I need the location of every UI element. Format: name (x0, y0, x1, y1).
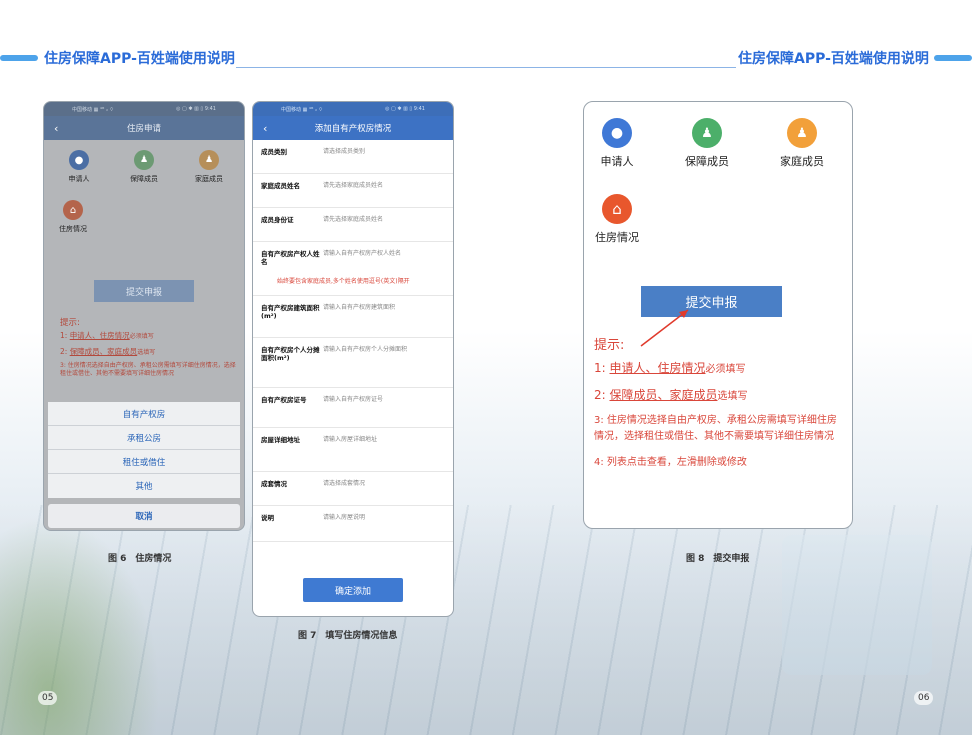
left-page-title: 住房保障APP-百姓端使用说明 (44, 51, 235, 67)
house-icon: ⌂ (63, 200, 83, 220)
option-other[interactable]: 其他 (48, 474, 240, 498)
family-item[interactable]: ♟ 家庭成员 (184, 150, 234, 184)
user-icon: ● (69, 150, 89, 170)
status-bar: 中国移动 ▦ ⁴ᴳ ᵢₗ ⌔ ◎ ▢ ✱ ▥ ▯ 9:41 (44, 102, 244, 116)
background-plant (0, 515, 160, 735)
field-owner-name[interactable]: 自有产权房产权人姓名 请输入自有产权房产权人姓名 始终要包含家庭成员,多个姓名使用… (253, 242, 453, 296)
tip-line-3: 3: 住房情况选择自由产权房、承租公房需填写详细住房情况，选择租住或借住、其他不… (594, 415, 837, 442)
members-label: 保障成员 (685, 155, 729, 168)
cancel-button[interactable]: 取消 (48, 504, 240, 528)
figure-6-caption: 图 6 住房情况 (108, 554, 172, 564)
background-chair (782, 535, 932, 675)
housing-item[interactable]: ⌂ 住房情况 (50, 200, 96, 234)
field-shared-area[interactable]: 自有产权房个人分摊面积(m²) 请输入自有产权房个人分摊面积 (253, 338, 453, 388)
field-detailed-address[interactable]: 房屋详细地址 请输入房屋详细地址 (253, 428, 453, 472)
tip-line-4: 4: 列表点击查看，左滑删除或修改 (594, 457, 747, 468)
figure-7-caption: 图 7 填写住房情况信息 (298, 631, 398, 641)
title-bar: ‹ 添加自有产权房情况 (253, 116, 453, 140)
tips-title: 提示: (60, 318, 80, 328)
status-bar: 中国移动 ▦ ⁴ᴳ ᵢₗ ⌔ ◎ ▢ ✱ ▥ ▯ 9:41 (253, 102, 453, 116)
tips-block: 提示: 1: 申请人、住房情况必须填写 2: 保障成员、家庭成员选填写 3: 住… (60, 316, 240, 378)
applicant-label: 申请人 (600, 155, 634, 168)
field-family-member-name[interactable]: 家庭成员姓名 请先选择家庭成员姓名 (253, 174, 453, 208)
user-icon: ● (602, 118, 632, 148)
screen-title: 住房申请 (126, 124, 161, 134)
tip-line-2: 2: 保障成员、家庭成员选填写 (60, 347, 156, 356)
family-label: 家庭成员 (780, 155, 824, 168)
family-icon: ♟ (787, 118, 817, 148)
family-icon: ♟ (199, 150, 219, 170)
status-right: ◎ ▢ ✱ ▥ ▯ 9:41 (385, 106, 425, 112)
tip-line-2: 2: 保障成员、家庭成员选填写 (594, 388, 748, 402)
page-number-left: 05 (38, 691, 58, 705)
field-description[interactable]: 说明 请输入房屋说明 (253, 506, 453, 542)
field-complete-status[interactable]: 成套情况 请选择成套情况 (253, 472, 453, 506)
housing-type-sheet: 自有产权房 承租公房 租住或借住 其他 (48, 402, 240, 498)
house-icon: ⌂ (602, 194, 632, 224)
right-page-title: 住房保障APP-百姓端使用说明 (738, 51, 929, 67)
field-building-area[interactable]: 自有产权房建筑面积(m²) 请输入自有产权房建筑面积 (253, 296, 453, 338)
tips-title: 提示: (594, 338, 625, 353)
page-number-right: 06 (914, 691, 934, 705)
members-icon: ♟ (134, 150, 154, 170)
family-item[interactable]: ♟ 家庭成员 (772, 118, 832, 169)
option-own-property[interactable]: 自有产权房 (48, 402, 240, 426)
header-line-right (486, 56, 736, 68)
phone-add-property: 中国移动 ▦ ⁴ᴳ ᵢₗ ⌔ ◎ ▢ ✱ ▥ ▯ 9:41 ‹ 添加自有产权房情… (252, 101, 454, 617)
option-public-rental[interactable]: 承租公房 (48, 426, 240, 450)
header-accent-left (0, 55, 38, 61)
field-certificate-number[interactable]: 自有产权房证号 请输入自有产权房证号 (253, 388, 453, 428)
status-right: ◎ ▢ ✱ ▥ ▯ 9:41 (176, 106, 216, 112)
screen-title: 添加自有产权房情况 (314, 124, 392, 134)
owner-name-warning: 始终要包含家庭成员,多个姓名使用逗号(英文)隔开 (277, 278, 410, 285)
header-line-left (236, 56, 486, 68)
housing-label: 住房情况 (595, 231, 639, 244)
status-left: 中国移动 ▦ ⁴ᴳ ᵢₗ ⌔ (281, 106, 323, 113)
submit-button[interactable]: 提交申报 (94, 280, 194, 302)
family-label: 家庭成员 (195, 175, 223, 183)
members-icon: ♟ (692, 118, 722, 148)
housing-item[interactable]: ⌂ 住房情况 (592, 194, 642, 245)
screen-body: ● 申请人 ♟ 保障成员 ♟ 家庭成员 ⌂ 住房情况 提交申报 提示: 1: 申… (44, 140, 244, 530)
field-member-category[interactable]: 成员类别 请选择成员类别 (253, 140, 453, 174)
applicant-label: 申请人 (68, 175, 90, 183)
phone-housing-situation: 中国移动 ▦ ⁴ᴳ ᵢₗ ⌔ ◎ ▢ ✱ ▥ ▯ 9:41 ‹ 住房申请 ● 申… (43, 101, 245, 531)
tip-line-1: 1: 申请人、住房情况必须填写 (594, 361, 746, 375)
members-label: 保障成员 (130, 175, 158, 183)
property-form: 成员类别 请选择成员类别 家庭成员姓名 请先选择家庭成员姓名 成员身份证 请先选择家庭… (253, 140, 453, 542)
tips-block: 提示: 1: 申请人、住房情况必须填写 2: 保障成员、家庭成员选填写 3: 住… (594, 334, 846, 468)
phone-submit-application: ● 申请人 ♟ 保障成员 ♟ 家庭成员 ⌂ 住房情况 提交申报 提示: 1: 申… (583, 101, 853, 529)
confirm-add-button[interactable]: 确定添加 (303, 578, 403, 602)
header-accent-right (934, 55, 972, 61)
members-item[interactable]: ♟ 保障成员 (642, 118, 772, 169)
applicant-item[interactable]: ● 申请人 (592, 118, 642, 169)
status-left: 中国移动 ▦ ⁴ᴳ ᵢₗ ⌔ (72, 106, 114, 113)
title-bar: ‹ 住房申请 (44, 116, 244, 140)
figure-8-caption: 图 8 提交申报 (686, 554, 750, 564)
tip-line-1: 1: 申请人、住房情况必须填写 (60, 331, 154, 340)
back-icon[interactable]: ‹ (54, 122, 58, 135)
option-rent-or-borrow[interactable]: 租住或借住 (48, 450, 240, 474)
applicant-item[interactable]: ● 申请人 (54, 150, 104, 184)
back-icon[interactable]: ‹ (263, 122, 267, 135)
tip-line-3: 3: 住房情况选择自由产权房、承租公房需填写详细住房情况，选择租住或借住、其他不… (60, 362, 236, 377)
housing-label: 住房情况 (59, 225, 87, 233)
field-member-id[interactable]: 成员身份证 请先选择家庭成员姓名 (253, 208, 453, 242)
category-icons: ● 申请人 ♟ 保障成员 ♟ 家庭成员 (54, 150, 234, 184)
category-icons: ● 申请人 ♟ 保障成员 ♟ 家庭成员 (592, 118, 832, 169)
members-item[interactable]: ♟ 保障成员 (104, 150, 184, 184)
